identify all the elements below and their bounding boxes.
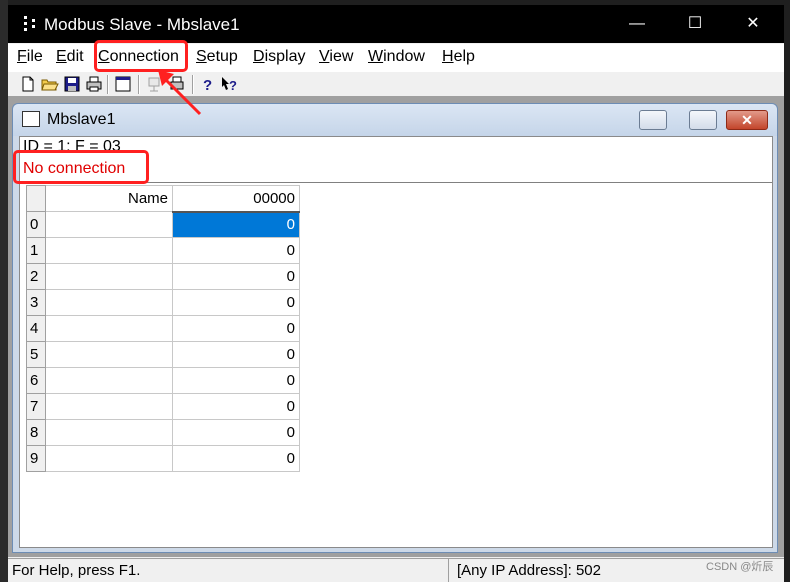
- menu-file[interactable]: File: [17, 48, 43, 66]
- register-table: Name 00000 0 0 1 0 2 0 3 0 4 0 5 0 6 0 7…: [26, 185, 300, 472]
- table-row: 5 0: [26, 341, 300, 368]
- no-connection-highlight: [13, 150, 149, 184]
- row-header[interactable]: 7: [26, 393, 46, 420]
- row-header[interactable]: 0: [26, 211, 46, 238]
- name-cell[interactable]: [45, 289, 173, 316]
- table-row: 4 0: [26, 315, 300, 342]
- column-header-name[interactable]: Name: [45, 185, 173, 212]
- value-cell[interactable]: 0: [172, 419, 300, 446]
- name-cell[interactable]: [45, 237, 173, 264]
- modbus-slave-window: Modbus Slave - Mbslave1 — ☐ ✕ File Edit …: [8, 5, 784, 582]
- name-cell[interactable]: [45, 367, 173, 394]
- value-cell[interactable]: 0: [172, 315, 300, 342]
- child-window-title: Mbslave1: [47, 111, 116, 128]
- value-cell[interactable]: 0: [172, 289, 300, 316]
- table-row: 1 0: [26, 237, 300, 264]
- table-corner: [26, 185, 46, 212]
- child-maximize-button[interactable]: [689, 110, 717, 130]
- svg-text:?: ?: [229, 78, 237, 93]
- title-bar[interactable]: Modbus Slave - Mbslave1 — ☐ ✕: [8, 5, 784, 43]
- status-bar: For Help, press F1. [Any IP Address]: 50…: [8, 558, 784, 582]
- watermark: CSDN @炘辰: [706, 561, 774, 573]
- menu-view[interactable]: View: [319, 48, 353, 66]
- name-cell[interactable]: [45, 341, 173, 368]
- print-icon[interactable]: [85, 75, 103, 93]
- row-header[interactable]: 9: [26, 445, 46, 472]
- value-cell[interactable]: 0: [172, 263, 300, 290]
- value-cell[interactable]: 0: [172, 211, 300, 238]
- table-header-row: Name 00000: [26, 185, 300, 213]
- table-row: 8 0: [26, 419, 300, 446]
- value-cell[interactable]: 0: [172, 237, 300, 264]
- toolbar-separator: [138, 75, 140, 94]
- minimize-button[interactable]: —: [608, 5, 666, 43]
- menu-edit[interactable]: Edit: [56, 48, 84, 66]
- name-cell[interactable]: [45, 263, 173, 290]
- name-cell[interactable]: [45, 445, 173, 472]
- child-window-icon: [22, 111, 40, 127]
- value-cell[interactable]: 0: [172, 393, 300, 420]
- table-row: 3 0: [26, 289, 300, 316]
- open-icon[interactable]: [41, 75, 59, 93]
- child-close-button[interactable]: ✕: [726, 110, 768, 130]
- table-row: 2 0: [26, 263, 300, 290]
- table-row: 6 0: [26, 367, 300, 394]
- name-cell[interactable]: [45, 315, 173, 342]
- toolbar: ? ?: [8, 71, 784, 97]
- name-cell[interactable]: [45, 211, 173, 238]
- window-title: Modbus Slave - Mbslave1: [44, 15, 240, 34]
- window-icon[interactable]: [114, 75, 132, 93]
- toolbar-separator: [107, 75, 109, 94]
- name-cell[interactable]: [45, 393, 173, 420]
- column-header-address[interactable]: 00000: [172, 185, 300, 213]
- table-row: 0 0: [26, 211, 300, 238]
- close-button[interactable]: ✕: [724, 5, 782, 43]
- row-header[interactable]: 2: [26, 263, 46, 290]
- save-icon[interactable]: [63, 75, 81, 93]
- background-desktop: [0, 0, 8, 582]
- row-header[interactable]: 4: [26, 315, 46, 342]
- table-row: 7 0: [26, 393, 300, 420]
- menu-window[interactable]: Window: [368, 48, 425, 66]
- status-help-text: For Help, press F1.: [12, 562, 141, 579]
- menu-display[interactable]: Display: [253, 48, 305, 66]
- child-client: ID = 1: F = 03 No connection Name 00000 …: [19, 136, 773, 548]
- name-cell[interactable]: [45, 419, 173, 446]
- row-header[interactable]: 6: [26, 367, 46, 394]
- annotation-arrow: [158, 70, 202, 116]
- menu-help[interactable]: Help: [442, 48, 475, 66]
- maximize-button[interactable]: ☐: [666, 5, 724, 43]
- new-icon[interactable]: [19, 75, 37, 93]
- app-icon: [24, 16, 38, 32]
- row-header[interactable]: 5: [26, 341, 46, 368]
- row-header[interactable]: 3: [26, 289, 46, 316]
- child-minimize-button[interactable]: [639, 110, 667, 130]
- row-header[interactable]: 8: [26, 419, 46, 446]
- value-cell[interactable]: 0: [172, 367, 300, 394]
- row-header[interactable]: 1: [26, 237, 46, 264]
- context-help-icon[interactable]: ?: [220, 75, 238, 93]
- value-cell[interactable]: 0: [172, 445, 300, 472]
- child-title-bar[interactable]: Mbslave1 ✕: [13, 104, 777, 136]
- table-row: 9 0: [26, 445, 300, 472]
- value-cell[interactable]: 0: [172, 341, 300, 368]
